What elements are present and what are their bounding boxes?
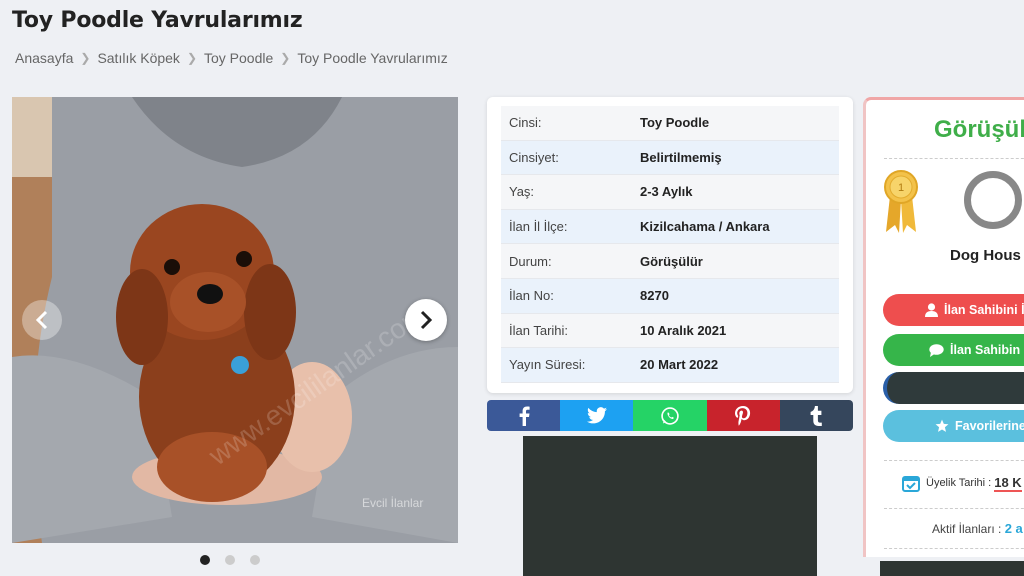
pinterest-icon <box>735 405 751 426</box>
contact-owner-button[interactable]: İlan Sahibini İ <box>883 294 1024 326</box>
seller-card: Görüşül 1 Dog Hous İlan Sahibini İ İlan … <box>863 97 1024 557</box>
active-listings-count[interactable]: 2 a <box>1005 521 1023 536</box>
active-listings: Aktif İlanları : 2 a <box>932 521 1023 536</box>
whatsapp-icon <box>661 406 679 425</box>
detail-value: Görüşülür <box>640 253 703 269</box>
breadcrumb-category[interactable]: Satılık Köpek <box>97 50 180 66</box>
calendar-icon <box>902 474 920 492</box>
divider <box>884 460 1024 461</box>
photo-gallery[interactable]: www.evcililanlar.com Evcil İlanlar <box>12 97 458 543</box>
message-owner-label: İlan Sahibin <box>950 343 1021 357</box>
chat-icon <box>929 343 944 357</box>
message-owner-button[interactable]: İlan Sahibin <box>883 334 1024 366</box>
tumblr-icon <box>811 405 823 426</box>
detail-value: 8270 <box>640 288 669 304</box>
chevron-left-icon <box>35 310 48 330</box>
chevron-right-icon: ❯ <box>186 51 197 65</box>
membership-date: Üyelik Tarihi : 18 K <box>902 474 1022 492</box>
slide-pagination <box>200 555 260 565</box>
details-row: Durum: Görüşülür <box>501 244 839 279</box>
page-title: Toy Poodle Yavrularımız <box>12 8 303 33</box>
detail-value: Kizilcahama / Ankara <box>640 219 770 235</box>
detail-value: 2-3 Aylık <box>640 184 693 200</box>
detail-value: 20 Mart 2022 <box>640 357 719 373</box>
detail-value: Belirtilmemiş <box>640 149 722 165</box>
divider <box>884 548 1024 549</box>
share-facebook-button[interactable] <box>487 400 561 431</box>
rank-badge-icon: 1 <box>884 170 918 239</box>
breadcrumb-home[interactable]: Anasayfa <box>15 50 73 66</box>
contact-owner-label: İlan Sahibini İ <box>944 303 1024 317</box>
detail-label: İlan İl İlçe: <box>509 219 568 235</box>
divider <box>884 158 1024 159</box>
listing-photo: www.evcililanlar.com Evcil İlanlar <box>12 97 458 543</box>
logo-text: Evcil İlanlar <box>362 496 423 510</box>
previous-slide-button[interactable] <box>22 300 62 340</box>
user-icon <box>925 303 938 317</box>
breadcrumb-current[interactable]: Toy Poodle Yavrularımız <box>297 50 447 66</box>
details-row: İlan İl İlçe: Kizilcahama / Ankara <box>501 209 839 245</box>
details-row: İlan No: 8270 <box>501 278 839 314</box>
seller-name[interactable]: Dog Hous <box>950 247 1021 264</box>
share-whatsapp-button[interactable] <box>633 400 707 431</box>
breadcrumb: Anasayfa ❯ Satılık Köpek ❯ Toy Poodle ❯ … <box>15 50 448 66</box>
chevron-right-icon: ❯ <box>80 51 91 65</box>
divider <box>884 508 1024 509</box>
details-row: Cinsi: Toy Poodle <box>501 106 839 141</box>
share-pinterest-button[interactable] <box>706 400 780 431</box>
chevron-right-icon: ❯ <box>280 51 291 65</box>
seller-avatar[interactable] <box>964 171 1022 229</box>
next-slide-button[interactable] <box>405 299 447 341</box>
detail-label: Yayın Süresi: <box>509 357 586 373</box>
slide-dot[interactable] <box>225 555 235 565</box>
detail-label: Durum: <box>509 253 552 269</box>
star-icon <box>935 419 949 433</box>
membership-value: 18 K <box>994 474 1022 492</box>
add-favorites-button[interactable]: Favorilerine <box>883 410 1024 442</box>
redacted-button[interactable] <box>883 372 1024 404</box>
share-twitter-button[interactable] <box>560 400 634 431</box>
seller-status-title: Görüşül <box>934 116 1024 143</box>
detail-value: Toy Poodle <box>640 115 710 131</box>
detail-label: Yaş: <box>509 184 535 200</box>
seller-banner <box>880 561 1024 576</box>
listing-details: Cinsi: Toy Poodle Cinsiyet: Belirtilmemiş … <box>487 97 853 393</box>
breadcrumb-breed[interactable]: Toy Poodle <box>204 50 273 66</box>
slide-dot[interactable] <box>250 555 260 565</box>
chevron-right-icon <box>420 310 433 330</box>
details-row: Yaş: 2-3 Aylık <box>501 175 839 210</box>
membership-label: Üyelik Tarihi : <box>926 477 992 489</box>
detail-value: 10 Aralık 2021 <box>640 322 727 338</box>
detail-label: Cinsi: <box>509 115 542 131</box>
detail-label: İlan Tarihi: <box>509 322 569 338</box>
details-row: Cinsiyet: Belirtilmemiş <box>501 140 839 176</box>
share-bar <box>487 400 853 431</box>
details-row: Yayın Süresi: 20 Mart 2022 <box>501 348 839 383</box>
active-listings-label: Aktif İlanları : <box>932 522 1002 536</box>
twitter-icon <box>586 407 607 424</box>
share-tumblr-button[interactable] <box>779 400 853 431</box>
detail-label: Cinsiyet: <box>509 149 559 165</box>
detail-label: İlan No: <box>509 288 554 304</box>
advertisement-banner[interactable] <box>523 436 817 576</box>
slide-dot[interactable] <box>200 555 210 565</box>
facebook-icon <box>519 406 530 426</box>
badge-number: 1 <box>898 182 904 194</box>
details-row: İlan Tarihi: 10 Aralık 2021 <box>501 313 839 349</box>
add-favorites-label: Favorilerine <box>955 419 1024 433</box>
